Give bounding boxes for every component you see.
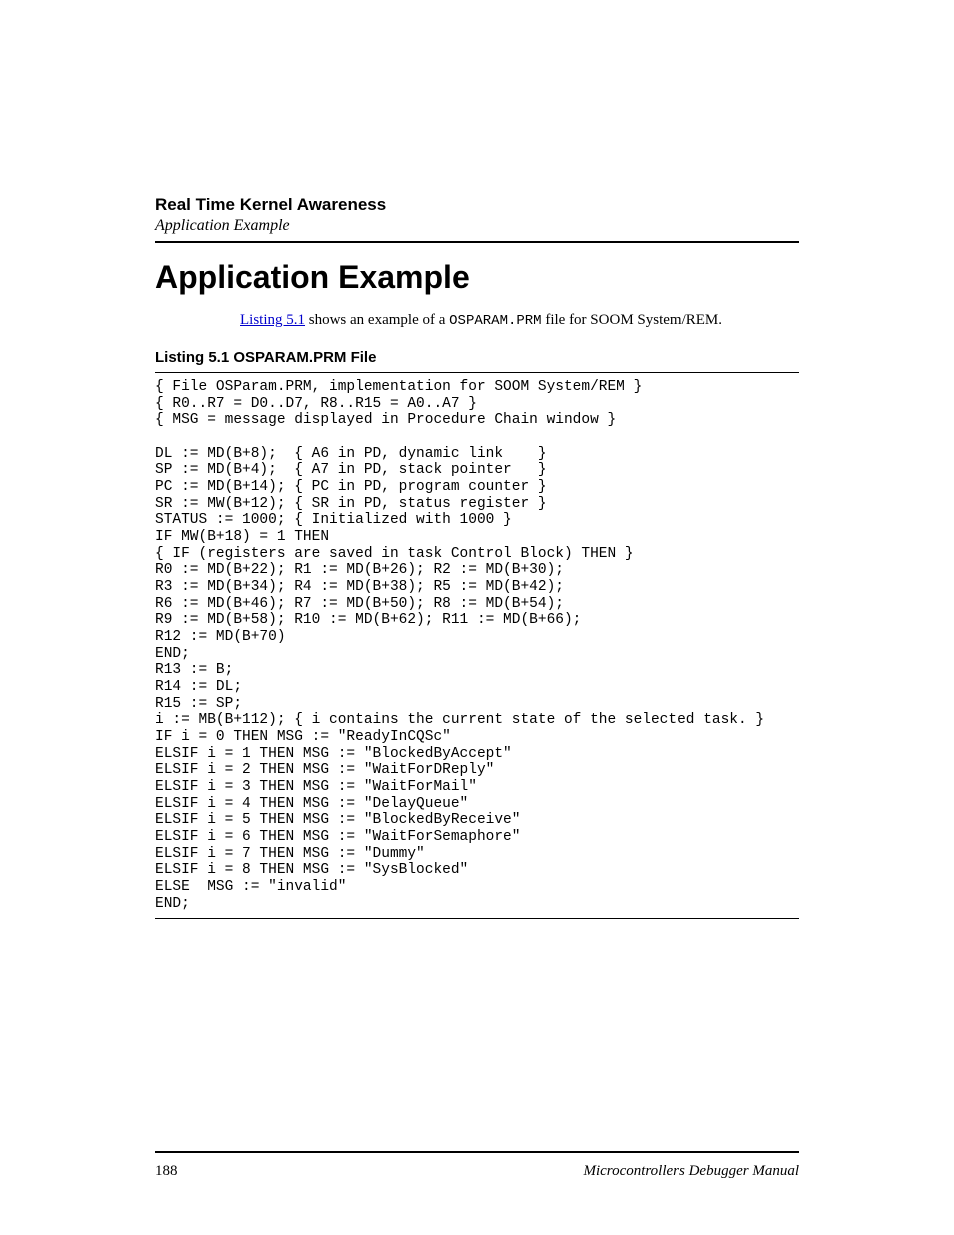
footer-rule <box>155 1151 799 1153</box>
listing-code: { File OSParam.PRM, implementation for S… <box>155 379 799 913</box>
listing-caption: Listing 5.1 OSPARAM.PRM File <box>155 349 799 366</box>
listing-bottom-rule <box>155 918 799 919</box>
footer-row: 188 Microcontrollers Debugger Manual <box>155 1163 799 1180</box>
section-title: Application Example <box>155 259 799 296</box>
header-rule <box>155 241 799 243</box>
manual-title: Microcontrollers Debugger Manual <box>583 1163 799 1180</box>
intro-text-2: file for SOOM System/REM. <box>542 312 722 328</box>
footer: 188 Microcontrollers Debugger Manual <box>155 1151 799 1180</box>
running-head-section: Application Example <box>155 217 799 235</box>
intro-paragraph: Listing 5.1 shows an example of a OSPARA… <box>240 310 799 331</box>
intro-code-filename: OSPARAM.PRM <box>449 313 541 329</box>
page-number: 188 <box>155 1163 178 1180</box>
listing-link[interactable]: Listing 5.1 <box>240 312 305 328</box>
page: Real Time Kernel Awareness Application E… <box>0 0 954 1235</box>
running-head-chapter: Real Time Kernel Awareness <box>155 195 799 215</box>
intro-text-1: shows an example of a <box>305 312 449 328</box>
listing-top-rule <box>155 372 799 373</box>
